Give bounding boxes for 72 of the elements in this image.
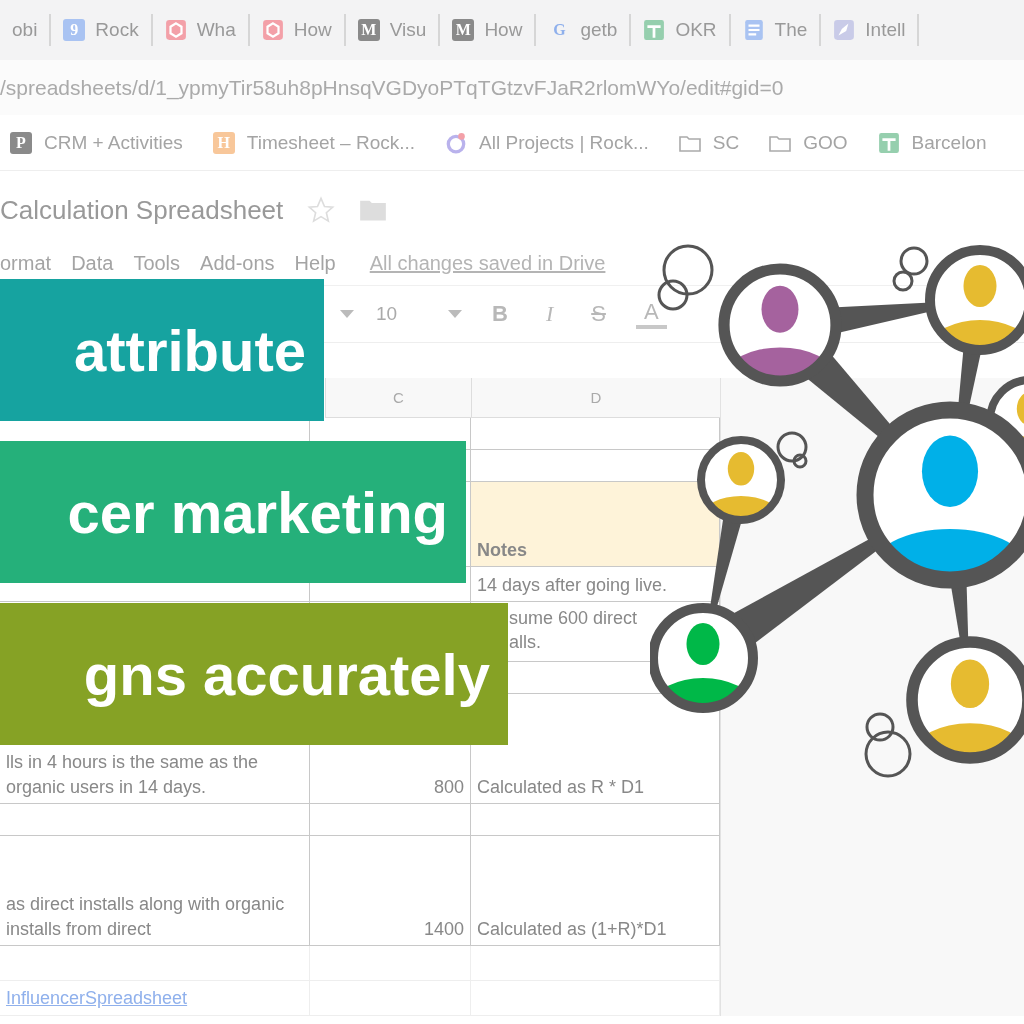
- caret-icon[interactable]: [448, 310, 462, 318]
- caret-icon[interactable]: [340, 310, 354, 318]
- browser-tab[interactable]: Wha: [152, 14, 250, 46]
- sheet-icon: [877, 131, 900, 154]
- letter-icon: M: [357, 19, 380, 41]
- browser-tab[interactable]: How: [249, 14, 346, 46]
- tab-title: Rock: [95, 19, 139, 41]
- bubble-drawing: [892, 246, 929, 292]
- note-text: Calculated as (1+R)*D1: [477, 917, 667, 941]
- spreadsheet-link[interactable]: InfluencerSpreadsheet: [6, 985, 188, 1011]
- browser-tab[interactable]: M How: [440, 14, 537, 46]
- browser-tab[interactable]: OKR: [631, 14, 731, 46]
- headline-banner: attribute: [0, 279, 324, 421]
- format-button[interactable]: A: [635, 299, 667, 329]
- folder-icon[interactable]: [359, 198, 388, 222]
- bookmark[interactable]: Barcelon: [911, 131, 987, 154]
- star-icon[interactable]: [307, 196, 336, 224]
- headline-banner: cer marketing: [0, 441, 466, 583]
- tab-title: Visu: [389, 19, 427, 41]
- note-text: Calculated as R * D1: [477, 775, 645, 799]
- menu-item[interactable]: Add-ons: [200, 251, 275, 275]
- browser-tab[interactable]: The: [730, 14, 822, 46]
- format-button[interactable]: B: [484, 301, 516, 327]
- browser-tab[interactable]: 9 Rock: [51, 14, 153, 46]
- table-cell-text: as direct installs along with organic installs from direct: [6, 893, 286, 941]
- tab-title: obi: [12, 19, 38, 41]
- bubble-drawing: [776, 431, 808, 469]
- menu-item[interactable]: ormat: [0, 251, 52, 275]
- column-heading: Notes: [477, 538, 527, 562]
- tab-title: getb: [580, 19, 618, 41]
- bookmark[interactable]: GOO: [803, 131, 848, 154]
- column-header[interactable]: C: [325, 378, 471, 418]
- bookmark[interactable]: SC: [712, 131, 740, 154]
- letter-icon: H: [212, 131, 235, 154]
- menu-item[interactable]: Tools: [133, 251, 181, 275]
- ring-icon: [445, 131, 468, 154]
- document-title[interactable]: Calculation Spreadsheet: [0, 194, 284, 226]
- bubble-drawing: [864, 712, 912, 778]
- font-size-field[interactable]: 10: [376, 303, 426, 325]
- headline-banner: gns accurately: [0, 603, 508, 745]
- table-cell-text: lls in 4 hours is the same as the organic users in 14 days.: [6, 751, 260, 799]
- bookmark[interactable]: CRM + Activities: [44, 131, 183, 154]
- google-icon: G: [548, 19, 571, 41]
- save-status-link[interactable]: All changes saved in Drive: [369, 251, 606, 275]
- bookmark[interactable]: All Projects | Rock...: [479, 131, 649, 154]
- letter-icon: M: [452, 19, 475, 41]
- tab-title: How: [484, 19, 523, 41]
- browser-tab[interactable]: M Visu: [345, 14, 441, 46]
- tab-title: The: [774, 19, 808, 41]
- menu-item[interactable]: Help: [294, 251, 336, 275]
- column-header[interactable]: D: [471, 378, 720, 418]
- letter-icon: P: [10, 131, 32, 154]
- format-button[interactable]: I: [537, 301, 562, 327]
- number-text: 1400: [423, 917, 464, 941]
- menu-item[interactable]: Data: [71, 251, 114, 275]
- browser-tab[interactable]: obi: [0, 14, 52, 46]
- note-text: sume 600 direct alls.: [509, 607, 639, 655]
- rocket-icon: [833, 19, 856, 41]
- browser-tab[interactable]: Intell: [821, 14, 920, 46]
- sheet-icon: [643, 19, 666, 41]
- tab-title: Intell: [865, 19, 906, 41]
- note-text: 14 days after going live.: [477, 573, 668, 597]
- bookmark[interactable]: Timesheet – Rock...: [246, 131, 416, 154]
- tab-title: How: [293, 19, 332, 41]
- number-text: 800: [433, 775, 464, 799]
- bubble-drawing: [657, 244, 714, 311]
- document-icon: [742, 19, 765, 41]
- tab-title: OKR: [675, 19, 717, 41]
- tab-title: Wha: [196, 19, 236, 41]
- browser-tab[interactable]: G getb: [536, 14, 632, 46]
- format-button[interactable]: S: [583, 301, 614, 327]
- calendar-icon: 9: [63, 19, 86, 41]
